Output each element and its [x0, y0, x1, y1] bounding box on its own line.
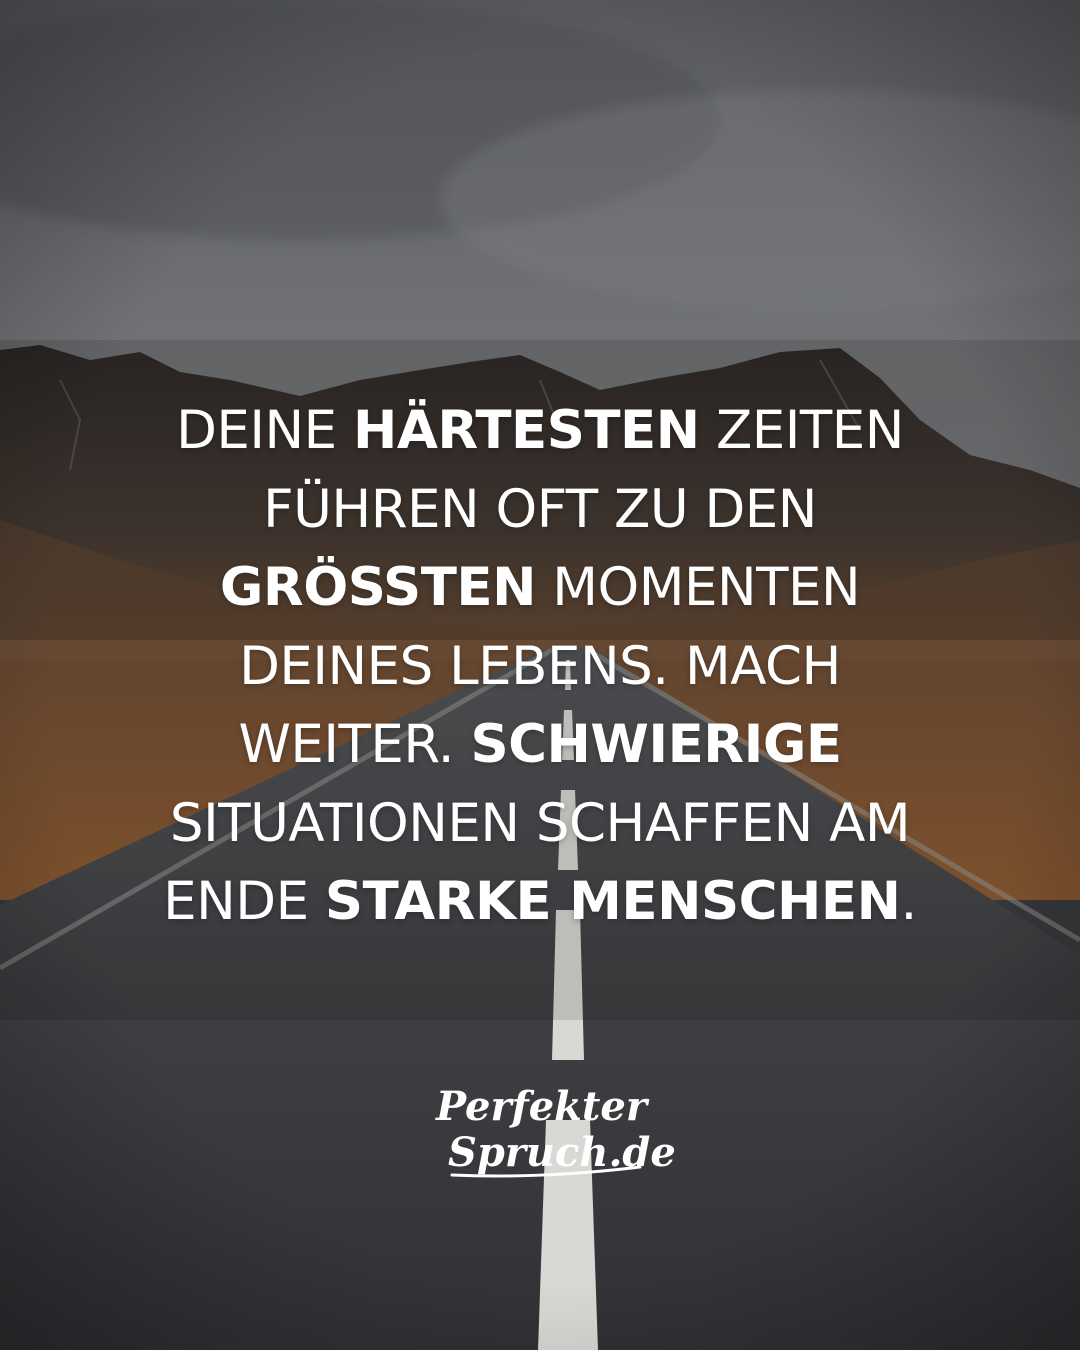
- quote-segment: Situationen schaffen am: [169, 792, 911, 854]
- quote-line: Ende starke Menschen.: [40, 863, 1040, 942]
- quote-emphasis: größten: [219, 557, 537, 618]
- quote-line: größten Momenten: [40, 549, 1040, 628]
- quote-line: deines Lebens. Mach: [40, 628, 1040, 707]
- quote-segment: deines Lebens. Mach: [239, 635, 841, 697]
- quote-line: Deine härtesten Zeiten: [40, 392, 1040, 471]
- quote-segment: Zeiten: [699, 400, 904, 461]
- logo-line-1: Perfekter: [436, 1083, 647, 1130]
- quote-text: Deine härtesten Zeiten führen oft zu den g…: [40, 392, 1040, 942]
- quote-line: Situationen schaffen am: [40, 785, 1040, 864]
- quote-segment: Momenten: [535, 557, 861, 618]
- quote-emphasis: härtesten: [353, 400, 700, 461]
- quote-segment: führen oft zu den: [263, 478, 817, 540]
- quote-line: weiter. Schwierige: [40, 706, 1040, 785]
- quote-segment: Ende: [163, 871, 325, 932]
- site-logo: Perfekter Spruch.de: [390, 1075, 690, 1195]
- logo-line-2: Spruch.de: [448, 1129, 676, 1176]
- quote-emphasis: Schwierige: [470, 714, 842, 775]
- quote-image: Deine härtesten Zeiten führen oft zu den g…: [0, 0, 1080, 1350]
- quote-segment: weiter.: [238, 714, 471, 775]
- quote-emphasis: starke Menschen: [324, 871, 901, 932]
- quote-segment: Deine: [176, 400, 354, 461]
- quote-segment: .: [900, 871, 917, 932]
- quote-line: führen oft zu den: [40, 471, 1040, 550]
